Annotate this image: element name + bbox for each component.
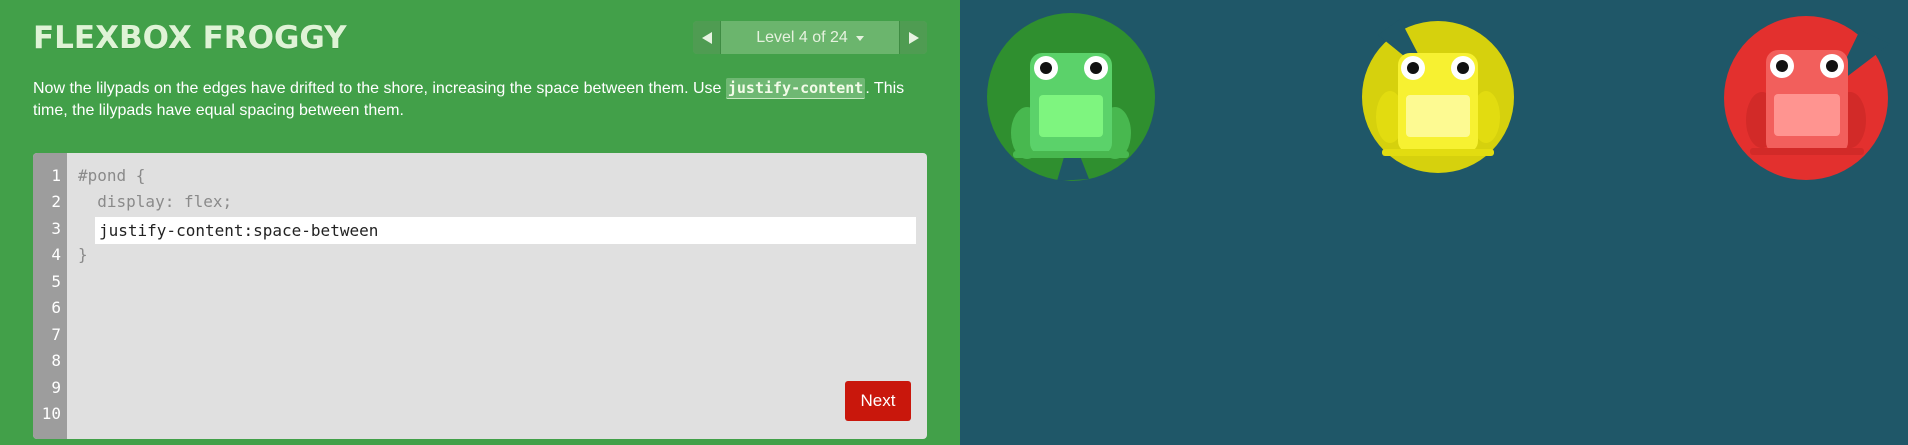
green-lilypad-frog [987, 13, 1155, 181]
line-number: 10 [41, 404, 61, 423]
next-button[interactable]: Next [845, 381, 911, 421]
caret-down-icon [855, 36, 864, 41]
triangle-left-icon [701, 31, 712, 44]
next-level-button[interactable] [899, 21, 927, 54]
line-number: 1 [51, 166, 61, 185]
line-number: 2 [51, 192, 61, 211]
line-number: 5 [51, 272, 61, 291]
level-indicator-label: Level 4 of 24 [756, 28, 848, 46]
instructions: Now the lilypads on the edges have drift… [33, 77, 923, 122]
code-line-1: #pond { [78, 166, 146, 185]
level-navigation: Level 4 of 24 [693, 21, 927, 54]
line-number-gutter: 1 2 3 4 5 6 7 8 9 10 [33, 153, 67, 439]
line-number: 8 [51, 351, 61, 370]
code-line-4: } [78, 245, 88, 264]
instructions-code-keyword: justify-content [725, 78, 866, 99]
line-number: 6 [51, 298, 61, 317]
previous-level-button[interactable] [693, 21, 721, 54]
level-indicator-dropdown[interactable]: Level 4 of 24 [721, 21, 899, 54]
line-number: 9 [51, 378, 61, 397]
triangle-right-icon [908, 31, 919, 44]
pond [960, 0, 1908, 445]
sidebar: FLEXBOX FROGGY Level 4 of 24 Now the lil… [0, 0, 960, 445]
instructions-text-before: Now the lilypads on the edges have drift… [33, 80, 726, 97]
app-title: FLEXBOX FROGGY [33, 20, 347, 56]
yellow-lilypad-frog [1362, 19, 1514, 173]
css-code-input[interactable] [95, 217, 916, 244]
code-line-2: display: flex; [78, 192, 233, 211]
line-number: 4 [51, 245, 61, 264]
line-number: 7 [51, 325, 61, 344]
red-lilypad-frog [1724, 16, 1890, 180]
code-editor: 1 2 3 4 5 6 7 8 9 10 #pond { display: fl… [33, 153, 927, 439]
line-number: 3 [51, 219, 61, 238]
